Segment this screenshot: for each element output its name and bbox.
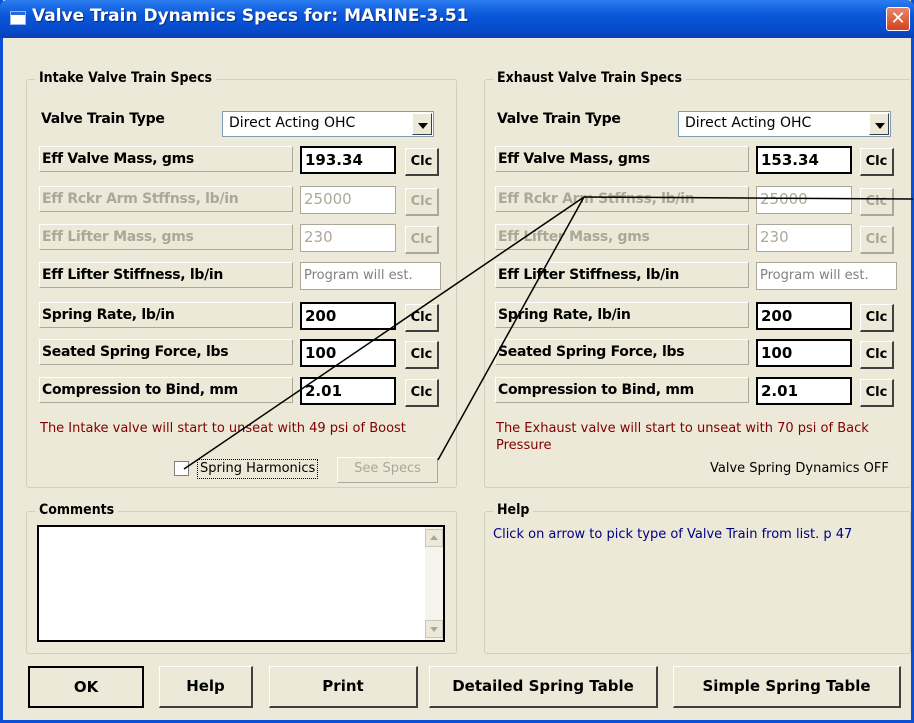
exhaust-lifter-stiffness-label: Eff Lifter Stiffness, lb/in [495,262,749,288]
exhaust-unseat-note: The Exhaust valve will start to unseat w… [496,421,869,453]
window-app-icon [10,11,26,25]
comments-textarea[interactable] [37,525,445,642]
intake-rckr-arm-input[interactable]: 25000 [300,186,396,214]
intake-valve-train-type-value: Direct Acting OHC [229,115,356,131]
comments-scrollbar[interactable] [425,527,443,640]
intake-valve-train-type-label: Valve Train Type [41,111,165,127]
exhaust-seated-force-clc-button[interactable]: Clc [860,341,894,369]
intake-compression-clc-button[interactable]: Clc [405,379,439,407]
exhaust-spring-rate-label: Spring Rate, lb/in [495,302,749,328]
intake-seated-force-clc-button[interactable]: Clc [405,341,439,369]
title-bar[interactable]: Valve Train Dynamics Specs for: MARINE-3… [0,0,914,38]
scroll-down-icon[interactable] [425,620,443,638]
simple-spring-table-button[interactable]: Simple Spring Table [673,666,901,708]
intake-spring-rate-label: Spring Rate, lb/in [39,302,293,328]
exhaust-lifter-mass-input[interactable]: 230 [756,224,852,252]
exhaust-lifter-mass-clc-button[interactable]: Clc [860,226,894,254]
scroll-up-icon[interactable] [425,529,443,547]
valve-spring-dynamics-status: Valve Spring Dynamics OFF [710,461,889,476]
chevron-down-icon[interactable] [412,113,432,135]
exhaust-lifter-mass-label: Eff Lifter Mass, gms [495,224,749,250]
exhaust-eff-valve-mass-clc-button[interactable]: Clc [860,148,894,176]
intake-spring-rate-input[interactable]: 200 [300,302,396,330]
intake-lifter-mass-label: Eff Lifter Mass, gms [39,224,293,250]
close-button[interactable]: ✕ [886,7,910,31]
exhaust-valve-train-type-label: Valve Train Type [497,111,621,127]
exhaust-compression-input[interactable]: 2.01 [756,377,852,405]
intake-compression-input[interactable]: 2.01 [300,377,396,405]
see-specs-button[interactable]: See Specs [337,457,438,483]
intake-eff-valve-mass-input[interactable]: 193.34 [300,146,396,174]
help-group-title: Help [493,502,534,518]
exhaust-lifter-stiffness-input[interactable]: Program will est. [756,262,897,290]
spring-harmonics-checkbox[interactable] [174,461,189,476]
intake-lifter-mass-input[interactable]: 230 [300,224,396,252]
comments-group-title: Comments [35,502,119,518]
exhaust-valve-train-type-value: Direct Acting OHC [685,115,812,131]
intake-unseat-note: The Intake valve will start to unseat wi… [40,421,406,436]
help-text: Click on arrow to pick type of Valve Tra… [493,527,853,542]
exhaust-eff-valve-mass-label: Eff Valve Mass, gms [495,146,749,172]
exhaust-group-title: Exhaust Valve Train Specs [493,70,687,86]
exhaust-rckr-arm-label: Eff Rckr Arm Stffnss, lb/in [495,186,749,212]
intake-group-title: Intake Valve Train Specs [35,70,217,86]
exhaust-spring-rate-clc-button[interactable]: Clc [860,304,894,332]
chevron-down-icon[interactable] [869,113,889,135]
ok-button[interactable]: OK [28,666,144,708]
exhaust-rckr-arm-clc-button[interactable]: Clc [860,188,894,216]
detailed-spring-table-button[interactable]: Detailed Spring Table [429,666,658,708]
intake-compression-label: Compression to Bind, mm [39,377,293,403]
intake-rckr-arm-clc-button[interactable]: Clc [405,188,439,216]
intake-rckr-arm-label: Eff Rckr Arm Stffnss, lb/in [39,186,293,212]
intake-seated-force-input[interactable]: 100 [300,339,396,367]
intake-seated-force-label: Seated Spring Force, lbs [39,339,293,365]
exhaust-rckr-arm-input[interactable]: 25000 [756,186,852,214]
intake-valve-train-type-select[interactable]: Direct Acting OHC [222,111,434,137]
window-title: Valve Train Dynamics Specs for: MARINE-3… [32,6,469,26]
exhaust-seated-force-input[interactable]: 100 [756,339,852,367]
intake-lifter-stiffness-input[interactable]: Program will est. [300,262,441,290]
help-button[interactable]: Help [159,666,253,708]
exhaust-compression-label: Compression to Bind, mm [495,377,749,403]
exhaust-valve-train-type-select[interactable]: Direct Acting OHC [678,111,891,137]
intake-eff-valve-mass-clc-button[interactable]: Clc [405,148,439,176]
exhaust-compression-clc-button[interactable]: Clc [860,379,894,407]
spring-harmonics-label[interactable]: Spring Harmonics [197,459,319,479]
exhaust-eff-valve-mass-input[interactable]: 153.34 [756,146,852,174]
intake-spring-rate-clc-button[interactable]: Clc [405,304,439,332]
exhaust-spring-rate-input[interactable]: 200 [756,302,852,330]
intake-lifter-stiffness-label: Eff Lifter Stiffness, lb/in [39,262,293,288]
exhaust-seated-force-label: Seated Spring Force, lbs [495,339,749,365]
print-button[interactable]: Print [269,666,418,708]
dialog-window: Valve Train Dynamics Specs for: MARINE-3… [0,0,914,723]
intake-eff-valve-mass-label: Eff Valve Mass, gms [39,146,293,172]
intake-lifter-mass-clc-button[interactable]: Clc [405,226,439,254]
